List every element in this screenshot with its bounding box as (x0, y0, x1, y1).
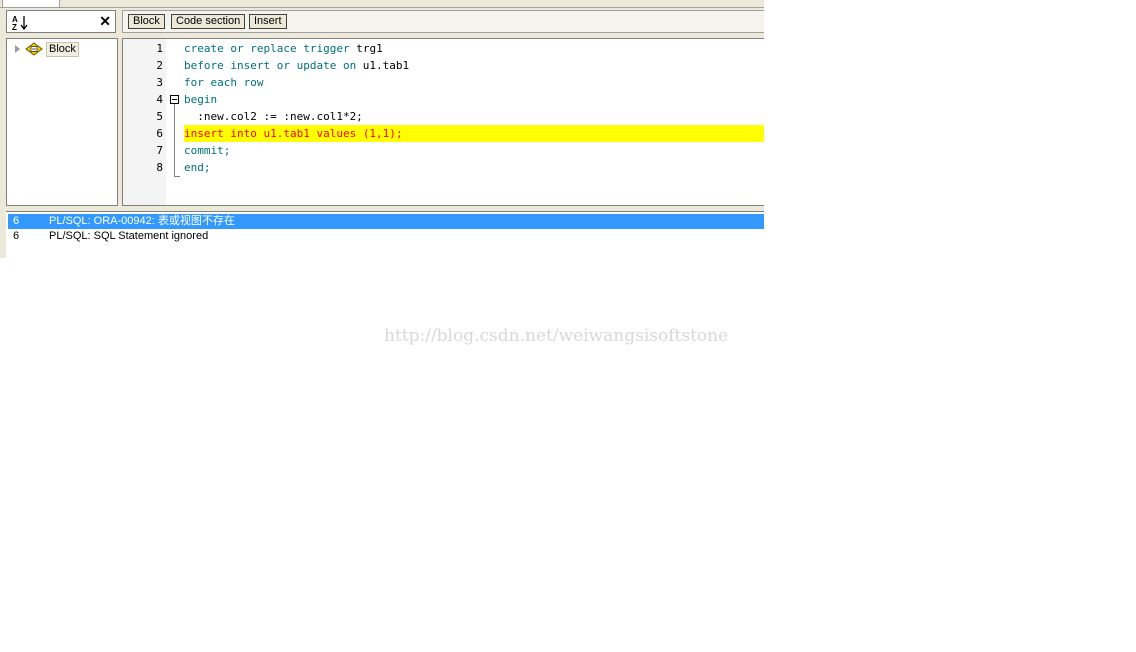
block-icon (25, 42, 43, 56)
line-number-gutter: 1 2 3 4 5 6 7 8 (123, 39, 166, 205)
code-line[interactable]: for each row (184, 74, 764, 91)
block-button[interactable]: Block (128, 14, 165, 29)
watermark: http://blog.csdn.net/weiwangsisoftstone (384, 326, 729, 346)
line-number: 2 (156, 59, 163, 72)
values-literal: (1,1) (362, 127, 396, 140)
line-number: 3 (156, 76, 163, 89)
line-number: 6 (156, 127, 163, 140)
tree-node-label: Block (46, 41, 79, 57)
code-line[interactable]: create or replace trigger trg1 (184, 40, 764, 57)
tab-strip (0, 0, 764, 8)
object-tree: Block (6, 38, 118, 206)
highlighted-code-line[interactable]: insert into u1.tab1 values (1,1); (184, 125, 764, 142)
code-line[interactable]: begin (184, 91, 764, 108)
tree-toolbar: A Z ✕ (6, 10, 116, 33)
line-number: 4 (156, 93, 163, 106)
error-message: PL/SQL: SQL Statement ignored (49, 230, 209, 242)
compile-errors-list: 6 PL/SQL: ORA-00942: 表或视图不存在 6 PL/SQL: S… (6, 211, 764, 258)
code-editor[interactable]: 1 2 3 4 5 6 7 8 create or replace trigge… (122, 38, 764, 206)
line-number: 7 (156, 144, 163, 157)
line-number: 1 (156, 42, 163, 55)
error-row[interactable]: 6 PL/SQL: SQL Statement ignored (8, 229, 764, 244)
line-number: 5 (156, 110, 163, 123)
code-line[interactable]: before insert or update on u1.tab1 (184, 57, 764, 74)
expand-arrow-icon[interactable] (15, 45, 20, 53)
fold-guide (174, 104, 180, 177)
code-line[interactable]: :new.col2 := :new.col1*2; (184, 108, 764, 125)
plsql-developer-window: A Z ✕ Block Block Code section Insert 1 … (0, 0, 764, 258)
close-icon[interactable]: ✕ (99, 13, 111, 30)
tree-node-block[interactable]: Block (15, 41, 79, 57)
insert-button[interactable]: Insert (249, 14, 287, 29)
error-message: PL/SQL: ORA-00942: 表或视图不存在 (49, 215, 235, 227)
line-number: 8 (156, 161, 163, 174)
error-line-number: 6 (13, 215, 20, 227)
code-section-button[interactable]: Code section (171, 14, 246, 29)
active-tab[interactable] (2, 0, 60, 7)
code-line[interactable]: end; (184, 159, 764, 176)
sort-az-icon[interactable]: A Z (12, 15, 30, 30)
error-line-number: 6 (13, 230, 20, 242)
svg-text:Z: Z (12, 23, 17, 30)
error-row[interactable]: 6 PL/SQL: ORA-00942: 表或视图不存在 (8, 214, 764, 229)
collapse-icon[interactable] (170, 95, 179, 104)
code-line[interactable]: commit; (184, 142, 764, 159)
editor-toolbar: Block Code section Insert (122, 10, 764, 33)
